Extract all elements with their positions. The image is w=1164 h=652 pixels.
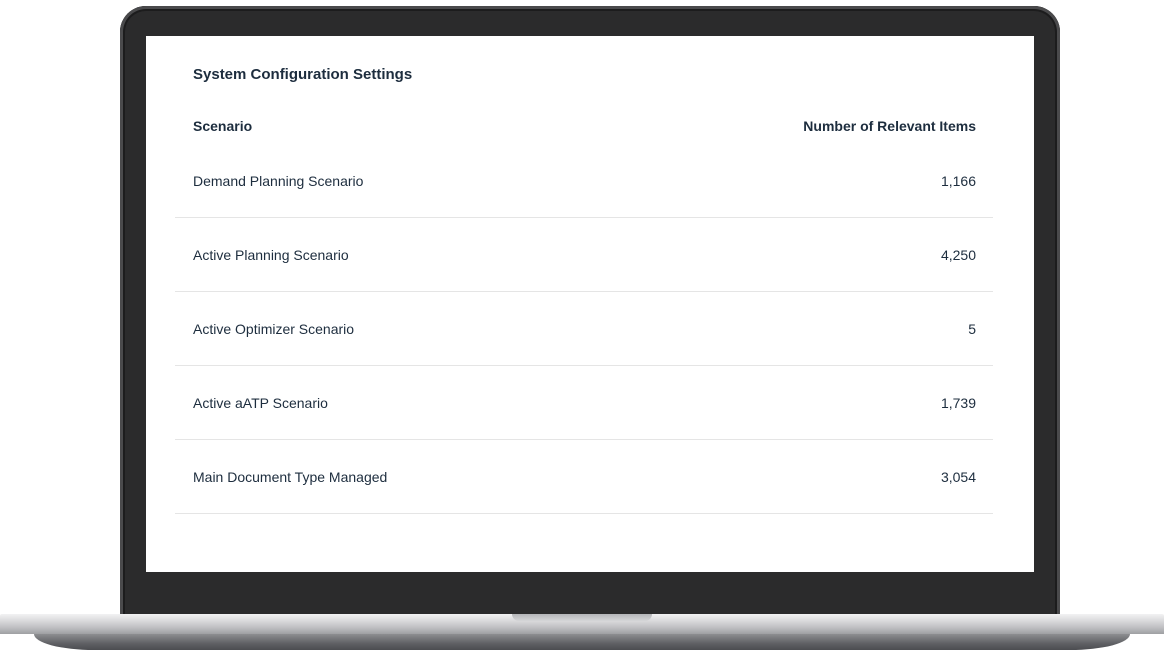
- row-scenario: Active Planning Scenario: [193, 246, 349, 263]
- row-scenario: Active Optimizer Scenario: [193, 320, 355, 337]
- laptop-mockup: System Configuration Settings Scenario N…: [0, 0, 1164, 652]
- row-count: 3,054: [940, 468, 976, 485]
- laptop-opening-notch: [512, 614, 652, 621]
- row-scenario: Main Document Type Managed: [193, 468, 388, 485]
- table-row: Active aATP Scenario 1,739: [175, 366, 993, 440]
- row-count: 1,166: [940, 172, 976, 189]
- table-row: Demand Planning Scenario 1,166: [175, 144, 993, 218]
- laptop-screen: System Configuration Settings Scenario N…: [146, 36, 1034, 572]
- table-row: Active Planning Scenario 4,250: [175, 218, 993, 292]
- table-header: Scenario Number of Relevant Items: [175, 108, 993, 144]
- configuration-table: Scenario Number of Relevant Items Demand…: [175, 108, 993, 514]
- row-count: 1,739: [940, 394, 976, 411]
- card-title: System Configuration Settings: [193, 66, 413, 83]
- row-count: 5: [968, 320, 976, 337]
- column-header-scenario: Scenario: [193, 118, 253, 134]
- table-row: Main Document Type Managed 3,054: [175, 440, 993, 514]
- table-row: Active Optimizer Scenario 5: [175, 292, 993, 366]
- row-scenario: Demand Planning Scenario: [193, 172, 364, 189]
- row-count: 4,250: [940, 246, 976, 263]
- column-header-count: Number of Relevant Items: [803, 118, 976, 134]
- laptop-base-foot: [34, 634, 1130, 650]
- row-scenario: Active aATP Scenario: [193, 394, 328, 411]
